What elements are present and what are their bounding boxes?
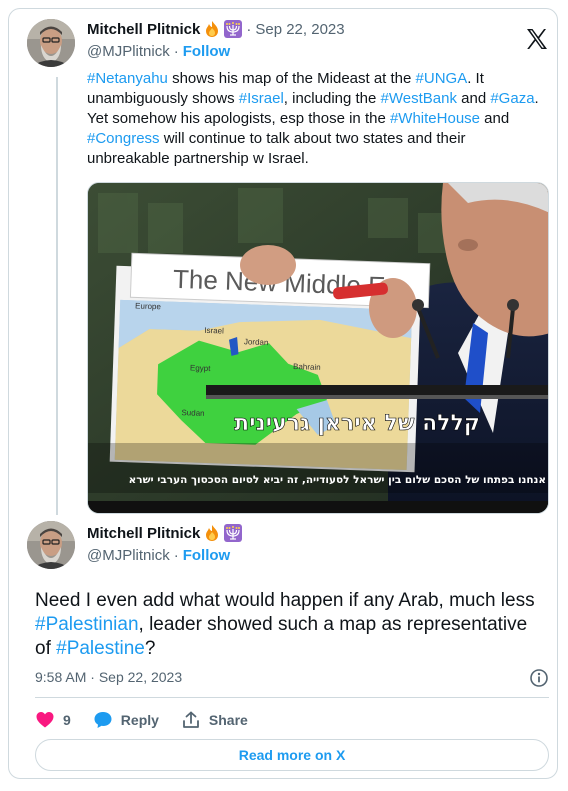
tweet-text-segment: , including the [283, 90, 381, 107]
share-label: Share [208, 712, 248, 728]
menorah-icon [224, 524, 243, 542]
tweet-time: 9:58 AM [35, 669, 87, 685]
author-handle[interactable]: @MJPlitnick [87, 547, 170, 564]
handle-separator: · [173, 42, 179, 60]
reply-button[interactable]: Reply [93, 710, 159, 730]
avatar[interactable] [27, 521, 75, 569]
reply-label: Reply [120, 712, 159, 728]
menorah-icon [224, 20, 243, 38]
map-label-bahrain: Bahrain [293, 362, 321, 372]
divider [35, 697, 549, 698]
hashtag-link[interactable]: #Netanyahu [87, 70, 168, 87]
map-label-europe: Europe [135, 301, 162, 311]
like-button[interactable]: 9 [35, 710, 71, 730]
map-label-egypt: Egypt [190, 363, 212, 373]
author-name[interactable]: Mitchell Plitnick [87, 525, 200, 542]
tweet2-handle-line: @MJPlitnick · Follow [87, 545, 230, 565]
tweet1-handle-line: @MJPlitnick · Follow [87, 41, 230, 61]
tweet-text-segment: and [456, 90, 491, 107]
info-icon[interactable] [529, 668, 549, 688]
caption-main: קללה של איראן גרעינית [234, 411, 480, 436]
fire-icon [203, 20, 221, 38]
follow-button[interactable]: Follow [183, 43, 231, 60]
tweet-date[interactable]: Sep 22, 2023 [255, 21, 344, 38]
tweet-actions: 9 Reply Share [35, 708, 270, 732]
map-label-israel: Israel [204, 326, 224, 336]
hashtag-link[interactable]: #Israel [239, 90, 284, 107]
tweet-date: Sep 22, 2023 [98, 669, 183, 685]
hashtag-link[interactable]: #Palestine [56, 638, 145, 659]
handle-separator: · [173, 546, 179, 564]
heart-icon [36, 712, 54, 728]
hashtag-link[interactable]: #Gaza [490, 90, 534, 107]
tweet1-header: Mitchell Plitnick · Sep 22, 2023 [87, 19, 345, 39]
hashtag-link[interactable]: #Palestinian [35, 614, 139, 635]
map-label-jordan: Jordan [244, 337, 269, 347]
read-more-button[interactable]: Read more on X [35, 739, 549, 771]
meta-separator: · [90, 669, 95, 685]
tweet-text-segment: and [480, 110, 510, 127]
caption-sub: אנחנו בפתחו של הסכם שלום בין ישראל לסעוד… [129, 474, 546, 486]
map-label-sudan: Sudan [181, 408, 204, 418]
hashtag-link[interactable]: #Congress [87, 130, 160, 147]
share-button[interactable]: Share [181, 710, 248, 730]
tweet2-body: Need I even add what would happen if any… [35, 589, 545, 661]
hashtag-link[interactable]: #UNGA [416, 70, 468, 87]
reply-bubble-icon [94, 712, 112, 728]
tweet2-header: Mitchell Plitnick [87, 523, 243, 543]
fire-icon [203, 524, 221, 542]
avatar[interactable] [27, 19, 75, 67]
tweet-text-segment: ? [144, 638, 156, 659]
share-icon [183, 711, 199, 728]
follow-button[interactable]: Follow [183, 547, 231, 564]
author-name[interactable]: Mitchell Plitnick [87, 21, 200, 38]
date-separator: · [246, 20, 252, 38]
author-handle[interactable]: @MJPlitnick [87, 43, 170, 60]
tweet-text-segment: Need I even add what would happen if any… [35, 590, 535, 611]
hashtag-link[interactable]: #WhiteHouse [390, 110, 480, 127]
embedded-tweet-card: Mitchell Plitnick · Sep 22, 2023 @MJPlit… [8, 8, 558, 779]
tweet-text-segment: shows his map of the Mideast at the [167, 70, 416, 87]
x-logo-icon[interactable] [525, 27, 549, 51]
like-count: 9 [63, 712, 71, 728]
tweet-media-image[interactable]: The New Middle E Europe Israel Jordan Eg… [87, 182, 549, 514]
tweet1-body: #Netanyahu shows his map of the Mideast … [87, 69, 549, 169]
hashtag-link[interactable]: #WestBank [381, 90, 457, 107]
thread-connector-line [56, 77, 58, 515]
tweet-timestamp[interactable]: 9:58 AM · Sep 22, 2023 [35, 669, 182, 685]
